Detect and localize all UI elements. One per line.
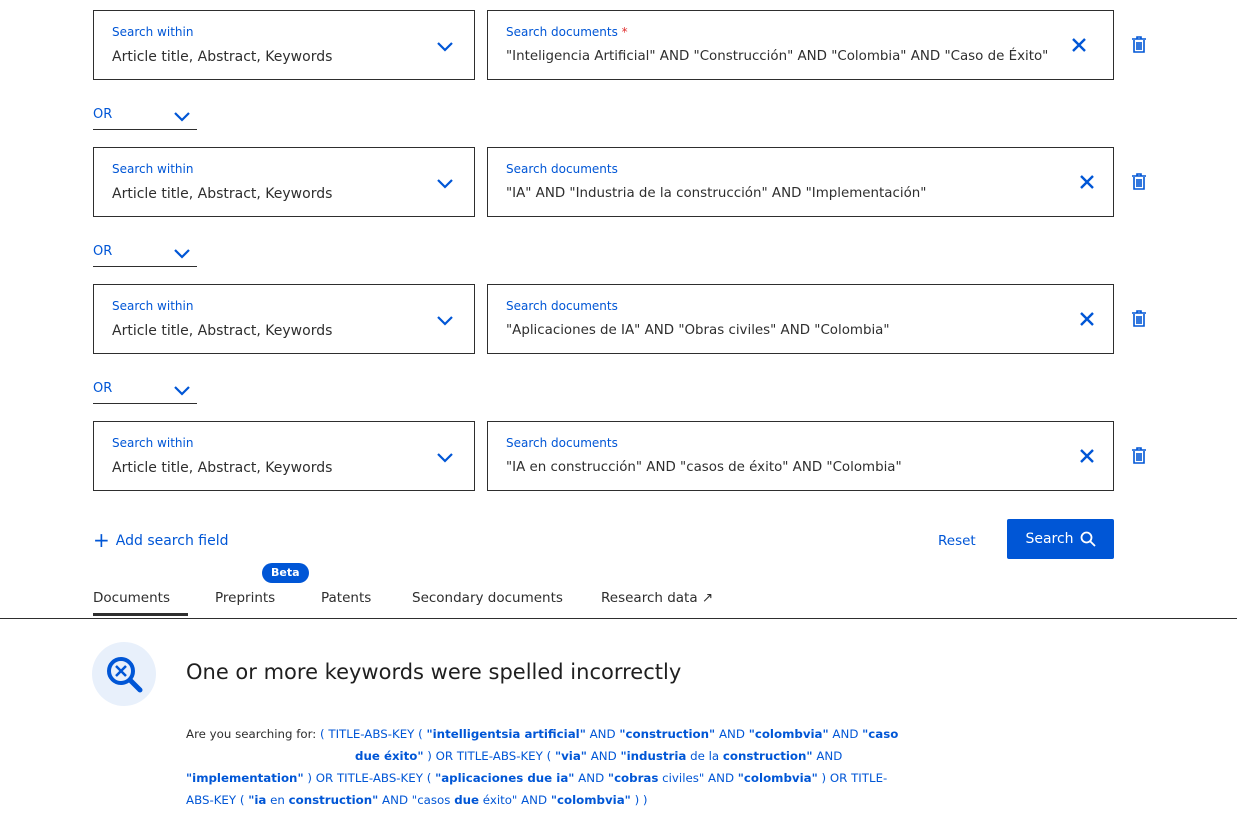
- chevron-down-icon: [174, 386, 190, 396]
- suggestion-text: ) OR TITLE-: [817, 771, 888, 785]
- suggestion-text: AND: [715, 727, 749, 741]
- suggestion-term: "industria: [620, 749, 687, 763]
- add-search-field-button[interactable]: + Add search field: [93, 528, 228, 552]
- beta-badge: Beta: [262, 563, 309, 583]
- chevron-down-icon: [437, 42, 453, 52]
- suggestion-term: due: [454, 793, 480, 807]
- suggestion-text: en: [266, 793, 289, 807]
- search-error-icon: [107, 657, 143, 693]
- search-documents-label: Search documents *: [506, 25, 628, 39]
- add-search-field-label: Add search field: [115, 533, 229, 549]
- operator-label: OR: [93, 107, 113, 122]
- suggestion-text: ( TITLE-ABS-KEY (: [320, 727, 427, 741]
- clear-icon[interactable]: [1079, 311, 1095, 327]
- suggestion-text: AND: [812, 749, 843, 763]
- search-within-value: Article title, Abstract, Keywords: [112, 186, 333, 202]
- clear-icon[interactable]: [1071, 37, 1087, 53]
- tabs-divider: [0, 618, 1237, 619]
- suggestion-text: ) OR TITLE-ABS-KEY (: [303, 771, 436, 785]
- search-within-value: Article title, Abstract, Keywords: [112, 323, 333, 339]
- search-documents-value: "Inteligencia Artificial" AND "Construcc…: [506, 49, 1049, 64]
- suggestion-term: "construction": [619, 727, 716, 741]
- trash-icon[interactable]: [1131, 310, 1147, 328]
- suggestion-text: AND: [586, 749, 621, 763]
- suggestion-text: ) ): [630, 793, 648, 807]
- suggestion-term: "via": [554, 749, 587, 763]
- suggestion-term: "cobras: [607, 771, 659, 785]
- clear-icon[interactable]: [1079, 448, 1095, 464]
- search-documents-value: "IA en construcción" AND "casos de éxito…: [506, 460, 902, 475]
- operator-label: OR: [93, 381, 113, 396]
- search-within-label: Search within: [112, 436, 194, 450]
- suggestion-text: ) OR TITLE-ABS-KEY (: [423, 749, 555, 763]
- suggestion-text: de la: [686, 749, 723, 763]
- search-within-value: Article title, Abstract, Keywords: [112, 49, 333, 65]
- did-you-mean-suggestion[interactable]: Are you searching for: ( TITLE-ABS-KEY (…: [186, 723, 1046, 811]
- suggestion-term: construction": [288, 793, 379, 807]
- search-documents-value: "IA" AND "Industria de la construcción" …: [506, 186, 927, 201]
- suggestion-term: construction": [722, 749, 813, 763]
- search-documents-input[interactable]: Search documents * "Inteligencia Artific…: [487, 10, 1114, 80]
- chevron-down-icon: [174, 112, 190, 122]
- suggestion-text: AND: [585, 727, 620, 741]
- chevron-down-icon: [174, 249, 190, 259]
- chevron-down-icon: [437, 179, 453, 189]
- search-within-label: Search within: [112, 25, 194, 39]
- suggestion-lead: Are you searching for:: [186, 727, 317, 741]
- search-documents-input[interactable]: Search documents "IA en construcción" AN…: [487, 421, 1114, 491]
- tab-research-data[interactable]: Research data ↗: [601, 590, 713, 606]
- search-documents-input[interactable]: Search documents "Aplicaciones de IA" AN…: [487, 284, 1114, 354]
- spelling-alert-icon: [92, 642, 156, 706]
- search-button[interactable]: Search: [1007, 519, 1114, 559]
- suggestion-text: AND "casos: [378, 793, 455, 807]
- spelling-alert-title: One or more keywords were spelled incorr…: [186, 660, 682, 684]
- search-documents-label: Search documents: [506, 162, 618, 176]
- search-documents-value: "Aplicaciones de IA" AND "Obras civiles"…: [506, 323, 890, 338]
- boolean-operator-select-1[interactable]: OR: [93, 107, 197, 130]
- suggestion-text: civiles" AND: [658, 771, 738, 785]
- suggestion-term: "ia: [248, 793, 267, 807]
- suggestion-term: "caso: [862, 727, 899, 741]
- plus-icon: +: [93, 528, 110, 552]
- trash-icon[interactable]: [1131, 173, 1147, 191]
- tab-documents[interactable]: Documents: [93, 590, 188, 616]
- tab-secondary-documents[interactable]: Secondary documents: [412, 590, 563, 606]
- chevron-down-icon: [437, 453, 453, 463]
- search-within-label: Search within: [112, 299, 194, 313]
- search-within-value: Article title, Abstract, Keywords: [112, 460, 333, 476]
- suggestion-term: due éxito": [355, 749, 424, 763]
- suggestion-term: "colombvia": [737, 771, 818, 785]
- suggestion-term: "colombvia": [550, 793, 631, 807]
- trash-icon[interactable]: [1131, 447, 1147, 465]
- suggestion-text: AND: [828, 727, 863, 741]
- tab-preprints[interactable]: Preprints: [215, 590, 275, 606]
- search-within-select[interactable]: Search within Article title, Abstract, K…: [93, 10, 475, 80]
- boolean-operator-select-3[interactable]: OR: [93, 381, 197, 404]
- search-within-label: Search within: [112, 162, 194, 176]
- suggestion-term: "aplicaciones due ia": [435, 771, 575, 785]
- suggestion-term: "implementation": [186, 771, 304, 785]
- search-within-select[interactable]: Search within Article title, Abstract, K…: [93, 284, 475, 354]
- search-button-label: Search: [1025, 531, 1074, 547]
- trash-icon[interactable]: [1131, 36, 1147, 54]
- suggestion-text: ABS-KEY (: [186, 793, 249, 807]
- search-documents-input[interactable]: Search documents "IA" AND "Industria de …: [487, 147, 1114, 217]
- search-documents-label: Search documents: [506, 299, 618, 313]
- boolean-operator-select-2[interactable]: OR: [93, 244, 197, 267]
- tab-patents[interactable]: Patents: [321, 590, 371, 606]
- suggestion-text: AND: [574, 771, 608, 785]
- search-icon: [1080, 531, 1096, 547]
- search-documents-label: Search documents: [506, 436, 618, 450]
- reset-button[interactable]: Reset: [938, 533, 976, 549]
- search-within-select[interactable]: Search within Article title, Abstract, K…: [93, 421, 475, 491]
- suggestion-term: "colombvia": [748, 727, 829, 741]
- required-marker: *: [621, 25, 628, 39]
- chevron-down-icon: [437, 316, 453, 326]
- suggestion-term: "intelligentsia artificial": [426, 727, 586, 741]
- suggestion-text: éxito" AND: [479, 793, 551, 807]
- operator-label: OR: [93, 244, 113, 259]
- clear-icon[interactable]: [1079, 174, 1095, 190]
- search-within-select[interactable]: Search within Article title, Abstract, K…: [93, 147, 475, 217]
